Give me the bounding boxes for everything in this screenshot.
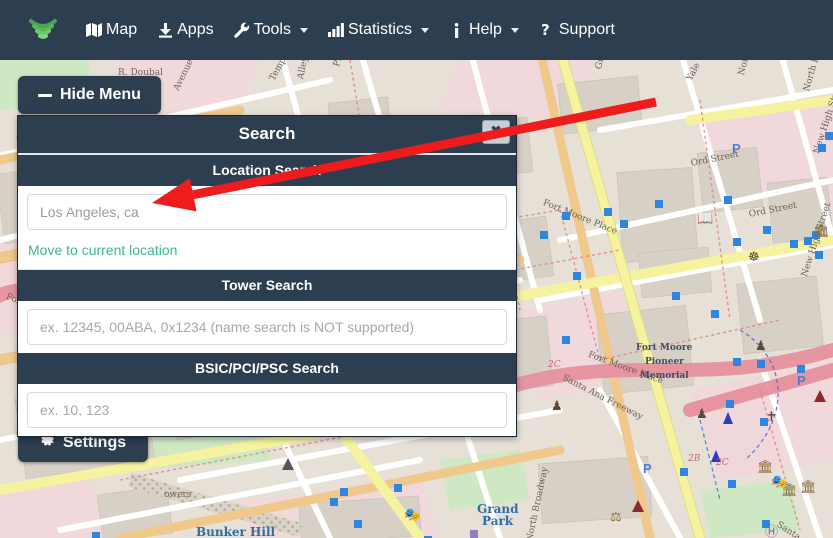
map-tower-marker[interactable] bbox=[573, 272, 581, 280]
move-to-current-location-row: Move to current location bbox=[18, 238, 516, 270]
map-tower-marker[interactable] bbox=[655, 200, 663, 208]
tower-search-heading: Tower Search bbox=[18, 270, 516, 301]
map-tower-marker[interactable] bbox=[762, 520, 770, 528]
location-search-input[interactable] bbox=[27, 194, 507, 230]
hide-menu-label: Hide Menu bbox=[60, 86, 141, 103]
nav-label-help: Help bbox=[468, 21, 502, 38]
nav-label-statistics: Statistics bbox=[347, 21, 412, 38]
bsic-pci-psc-search-heading: BSIC/PCI/PSC Search bbox=[18, 353, 516, 384]
map-tower-marker[interactable] bbox=[812, 231, 820, 239]
app-root: R. DoubalTempleAvenueAlley 9106PlaceGran… bbox=[0, 0, 833, 538]
chevron-down-icon bbox=[510, 27, 519, 33]
map-tower-marker[interactable] bbox=[757, 360, 765, 368]
map-tower-marker[interactable] bbox=[818, 144, 826, 152]
chevron-down-icon bbox=[299, 27, 308, 33]
nav-item-map[interactable]: Map bbox=[76, 15, 147, 45]
map-tower-marker-purple[interactable] bbox=[470, 530, 478, 538]
map-tower-marker[interactable] bbox=[394, 484, 402, 492]
map-tower-marker[interactable] bbox=[804, 237, 812, 245]
map-tower-marker[interactable] bbox=[340, 488, 348, 496]
map-tower-marker[interactable] bbox=[540, 231, 548, 239]
location-search-heading: Location Search bbox=[18, 155, 516, 186]
wifi-signal-logo-icon bbox=[29, 19, 57, 39]
download-icon bbox=[157, 22, 173, 38]
map-tower-marker[interactable] bbox=[763, 226, 771, 234]
nav-item-help[interactable]: Help bbox=[439, 15, 529, 45]
map-icon bbox=[86, 22, 102, 38]
chevron-down-icon bbox=[420, 27, 429, 33]
nav-item-tools[interactable]: Tools bbox=[224, 15, 318, 45]
nav-item-support[interactable]: ? Support bbox=[529, 15, 625, 45]
map-tower-marker[interactable] bbox=[604, 208, 612, 216]
map-tower-marker[interactable] bbox=[726, 400, 734, 408]
nav-label-tools: Tools bbox=[253, 21, 291, 38]
move-to-current-location-link[interactable]: Move to current location bbox=[28, 242, 177, 258]
nav-item-statistics[interactable]: Statistics bbox=[318, 15, 439, 45]
nav-label-support: Support bbox=[558, 21, 615, 38]
map-tower-marker[interactable] bbox=[330, 498, 338, 506]
search-panel: Search ✖ Location Search Move to current… bbox=[17, 115, 517, 437]
map-tower-marker[interactable] bbox=[797, 365, 805, 373]
map-tower-marker[interactable] bbox=[728, 480, 736, 488]
brand-logo[interactable] bbox=[28, 15, 58, 45]
nav-label-apps: Apps bbox=[177, 21, 214, 38]
minus-icon bbox=[38, 93, 52, 97]
map-tower-marker[interactable] bbox=[562, 212, 570, 220]
search-panel-header: Search ✖ bbox=[18, 116, 516, 155]
close-icon[interactable]: ✖ bbox=[482, 120, 510, 144]
top-navbar: Map Apps Tools Statistics Help ? Support bbox=[0, 0, 833, 60]
wrench-icon bbox=[233, 22, 250, 38]
search-panel-title: Search bbox=[238, 124, 296, 143]
map-tower-marker[interactable] bbox=[672, 292, 680, 300]
nav-item-apps[interactable]: Apps bbox=[147, 15, 223, 45]
bsic-pci-psc-search-input[interactable] bbox=[27, 392, 507, 428]
navbar-items: Map Apps Tools Statistics Help ? Support bbox=[76, 15, 625, 45]
bsic-search-field-wrap bbox=[18, 384, 516, 436]
map-tower-marker[interactable] bbox=[711, 310, 719, 318]
tower-search-input[interactable] bbox=[27, 309, 507, 345]
map-tower-marker[interactable] bbox=[680, 468, 688, 476]
question-icon: ? bbox=[539, 22, 555, 38]
location-search-field-wrap bbox=[18, 186, 516, 238]
hide-menu-button[interactable]: Hide Menu bbox=[18, 76, 161, 114]
map-tower-marker[interactable] bbox=[733, 238, 741, 246]
nav-label-map: Map bbox=[106, 21, 138, 38]
map-tower-marker[interactable] bbox=[760, 418, 768, 426]
map-tower-marker[interactable] bbox=[733, 358, 741, 366]
svg-text:?: ? bbox=[541, 22, 550, 38]
map-tower-marker[interactable] bbox=[620, 220, 628, 228]
map-tower-marker[interactable] bbox=[790, 240, 798, 248]
info-icon bbox=[449, 22, 465, 38]
map-tower-marker[interactable] bbox=[354, 520, 362, 528]
map-tower-marker[interactable] bbox=[815, 251, 823, 259]
map-tower-marker[interactable] bbox=[724, 196, 732, 204]
map-tower-marker[interactable] bbox=[825, 132, 833, 140]
bar-chart-icon bbox=[327, 22, 344, 38]
map-tower-marker[interactable] bbox=[92, 532, 100, 538]
tower-search-field-wrap bbox=[18, 301, 516, 353]
map-tower-marker[interactable] bbox=[562, 336, 570, 344]
